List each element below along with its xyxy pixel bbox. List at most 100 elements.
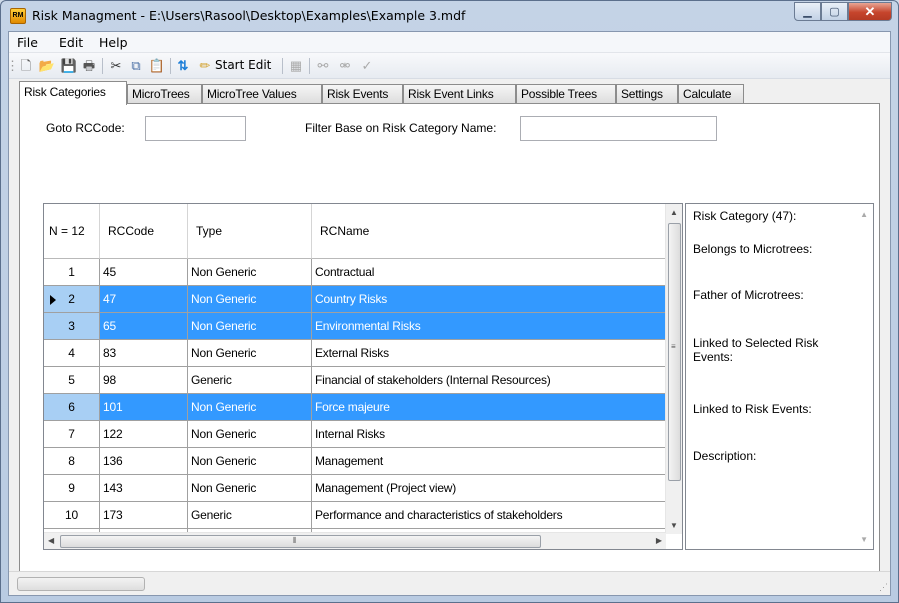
tab-calculate[interactable]: Calculate [678,84,744,104]
minimize-button[interactable]: ▁ [794,2,821,21]
rccode-cell[interactable]: 143 [100,475,188,502]
table-row[interactable]: 4 83 Non Generic External Risks [44,340,666,367]
link-edit-icon[interactable]: ⚯ [315,58,331,74]
table-row[interactable]: 5 98 Generic Financial of stakeholders (Int… [44,367,666,394]
print-icon[interactable]: 🖶 [81,58,97,74]
maximize-button[interactable]: ▢ [821,2,848,21]
paste-icon[interactable]: 📋 [149,58,165,74]
rccode-cell[interactable]: 101 [100,394,188,421]
rccode-cell[interactable]: 83 [100,340,188,367]
rcname-cell[interactable]: Force majeure [312,394,666,421]
rccode-cell[interactable]: 98 [100,367,188,394]
copy-icon[interactable]: ⧉ [128,58,144,74]
row-number-cell[interactable]: 6 [44,394,100,421]
vertical-scroll-thumb[interactable]: ≡ [668,223,681,481]
type-cell[interactable]: Non Generic [188,340,312,367]
table-row[interactable]: 1 45 Non Generic Contractual [44,259,666,286]
rccode-cell[interactable]: 173 [100,502,188,529]
rccode-cell[interactable]: 122 [100,421,188,448]
tab-risk-categories[interactable]: Risk Categories [19,81,127,105]
pencil-icon[interactable]: ✏ [197,58,213,74]
tab-risk-events[interactable]: Risk Events [322,84,403,104]
client-area: File Edit Help ⋮ 🗋 📂 💾 🖶 ✂ ⧉ 📋 ⇅ ✏ Start… [6,31,891,596]
grid-horizontal-scrollbar[interactable]: ◀ ⦀ ▶ [44,532,666,549]
type-cell[interactable]: Non Generic [188,421,312,448]
row-number-cell[interactable]: 5 [44,367,100,394]
grid-vertical-scrollbar[interactable]: ▲ ≡ ▼ [665,204,682,534]
tab-possible-trees[interactable]: Possible Trees [516,84,616,104]
menu-file[interactable]: File [17,35,38,50]
table-row[interactable]: 7 122 Non Generic Internal Risks [44,421,666,448]
tab-risk-event-links[interactable]: Risk Event Links [403,84,516,104]
risk-categories-grid[interactable]: N = 12 RCCode Type RCName 1 45 Non Generic… [43,203,683,550]
column-header-count[interactable]: N = 12 [44,204,100,259]
horizontal-scroll-thumb[interactable]: ⦀ [60,535,541,548]
table-row[interactable]: 8 136 Non Generic Management [44,448,666,475]
rcname-cell[interactable]: Financial of stakeholders (Internal Reso… [312,367,666,394]
scroll-left-icon[interactable]: ◀ [48,536,54,545]
rcname-cell[interactable]: Contractual [312,259,666,286]
row-number-cell[interactable]: 7 [44,421,100,448]
rcname-cell[interactable]: Performance and characteristics of stake… [312,502,666,529]
type-cell[interactable]: Non Generic [188,259,312,286]
close-button[interactable]: ✕ [848,2,892,21]
row-number-cell[interactable]: 1 [44,259,100,286]
open-folder-icon[interactable]: 📂 [39,58,55,74]
goto-rccode-input[interactable] [145,116,246,141]
type-cell[interactable]: Non Generic [188,286,312,313]
row-number-cell[interactable]: 4 [44,340,100,367]
unlink-icon[interactable]: ⚮ [337,58,353,74]
rcname-cell[interactable]: External Risks [312,340,666,367]
new-file-icon[interactable]: 🗋 [18,58,34,74]
menu-edit[interactable]: Edit [59,35,83,50]
title-bar[interactable]: RM Risk Managment - E:\Users\Rasool\Desk… [1,1,898,31]
scroll-down-icon[interactable]: ▼ [860,535,868,544]
column-header-rccode[interactable]: RCCode [100,204,188,259]
table-row[interactable]: 9 143 Non Generic Management (Project view) [44,475,666,502]
rccode-cell[interactable]: 65 [100,313,188,340]
resize-grip-icon[interactable]: ⋰ [879,582,888,593]
rccode-cell[interactable]: 45 [100,259,188,286]
apply-check-icon[interactable]: ✓ [359,58,375,74]
rcname-cell[interactable]: Management [312,448,666,475]
rcname-cell[interactable]: Management (Project view) [312,475,666,502]
refresh-icon[interactable]: ⇅ [175,58,191,74]
table-row[interactable]: 2 47 Non Generic Country Risks [44,286,666,313]
rccode-cell[interactable]: 47 [100,286,188,313]
rcname-cell[interactable]: Country Risks [312,286,666,313]
rcname-cell[interactable]: Environmental Risks [312,313,666,340]
tab-microtree-values[interactable]: MicroTree Values [202,84,322,104]
tab-microtrees[interactable]: MicroTrees [127,84,202,104]
column-header-type[interactable]: Type [188,204,312,259]
row-number-cell[interactable]: 9 [44,475,100,502]
grid-view-icon[interactable]: ▦ [288,58,304,74]
scroll-up-icon[interactable]: ▲ [670,208,678,217]
rcname-cell[interactable]: Internal Risks [312,421,666,448]
row-number-cell[interactable]: 8 [44,448,100,475]
column-header-rcname[interactable]: RCName [312,204,666,259]
type-cell[interactable]: Generic [188,367,312,394]
type-cell[interactable]: Non Generic [188,475,312,502]
row-number-cell[interactable]: 10 [44,502,100,529]
table-row[interactable]: 6 101 Non Generic Force majeure [44,394,666,421]
type-cell[interactable]: Non Generic [188,313,312,340]
start-edit-button[interactable]: Start Edit [215,58,271,72]
scroll-down-icon[interactable]: ▼ [670,521,678,530]
scroll-up-icon[interactable]: ▲ [860,210,868,219]
scroll-right-icon[interactable]: ▶ [656,536,662,545]
rccode-cell[interactable]: 136 [100,448,188,475]
menu-help[interactable]: Help [99,35,128,50]
grip-icon: ≡ [671,342,676,351]
table-row[interactable]: 3 65 Non Generic Environmental Risks [44,313,666,340]
filter-name-input[interactable] [520,116,717,141]
table-row[interactable]: 10 173 Generic Performance and characterist… [44,502,666,529]
row-number-cell[interactable]: 2 [44,286,100,313]
save-icon[interactable]: 💾 [61,58,77,74]
row-number-cell[interactable]: 3 [44,313,100,340]
cut-icon[interactable]: ✂ [108,58,124,74]
type-cell[interactable]: Generic [188,502,312,529]
toolbar: ⋮ 🗋 📂 💾 🖶 ✂ ⧉ 📋 ⇅ ✏ Start Edit ▦ ⚯ ⚮ ✓ [6,53,890,79]
type-cell[interactable]: Non Generic [188,448,312,475]
tab-settings[interactable]: Settings [616,84,678,104]
type-cell[interactable]: Non Generic [188,394,312,421]
